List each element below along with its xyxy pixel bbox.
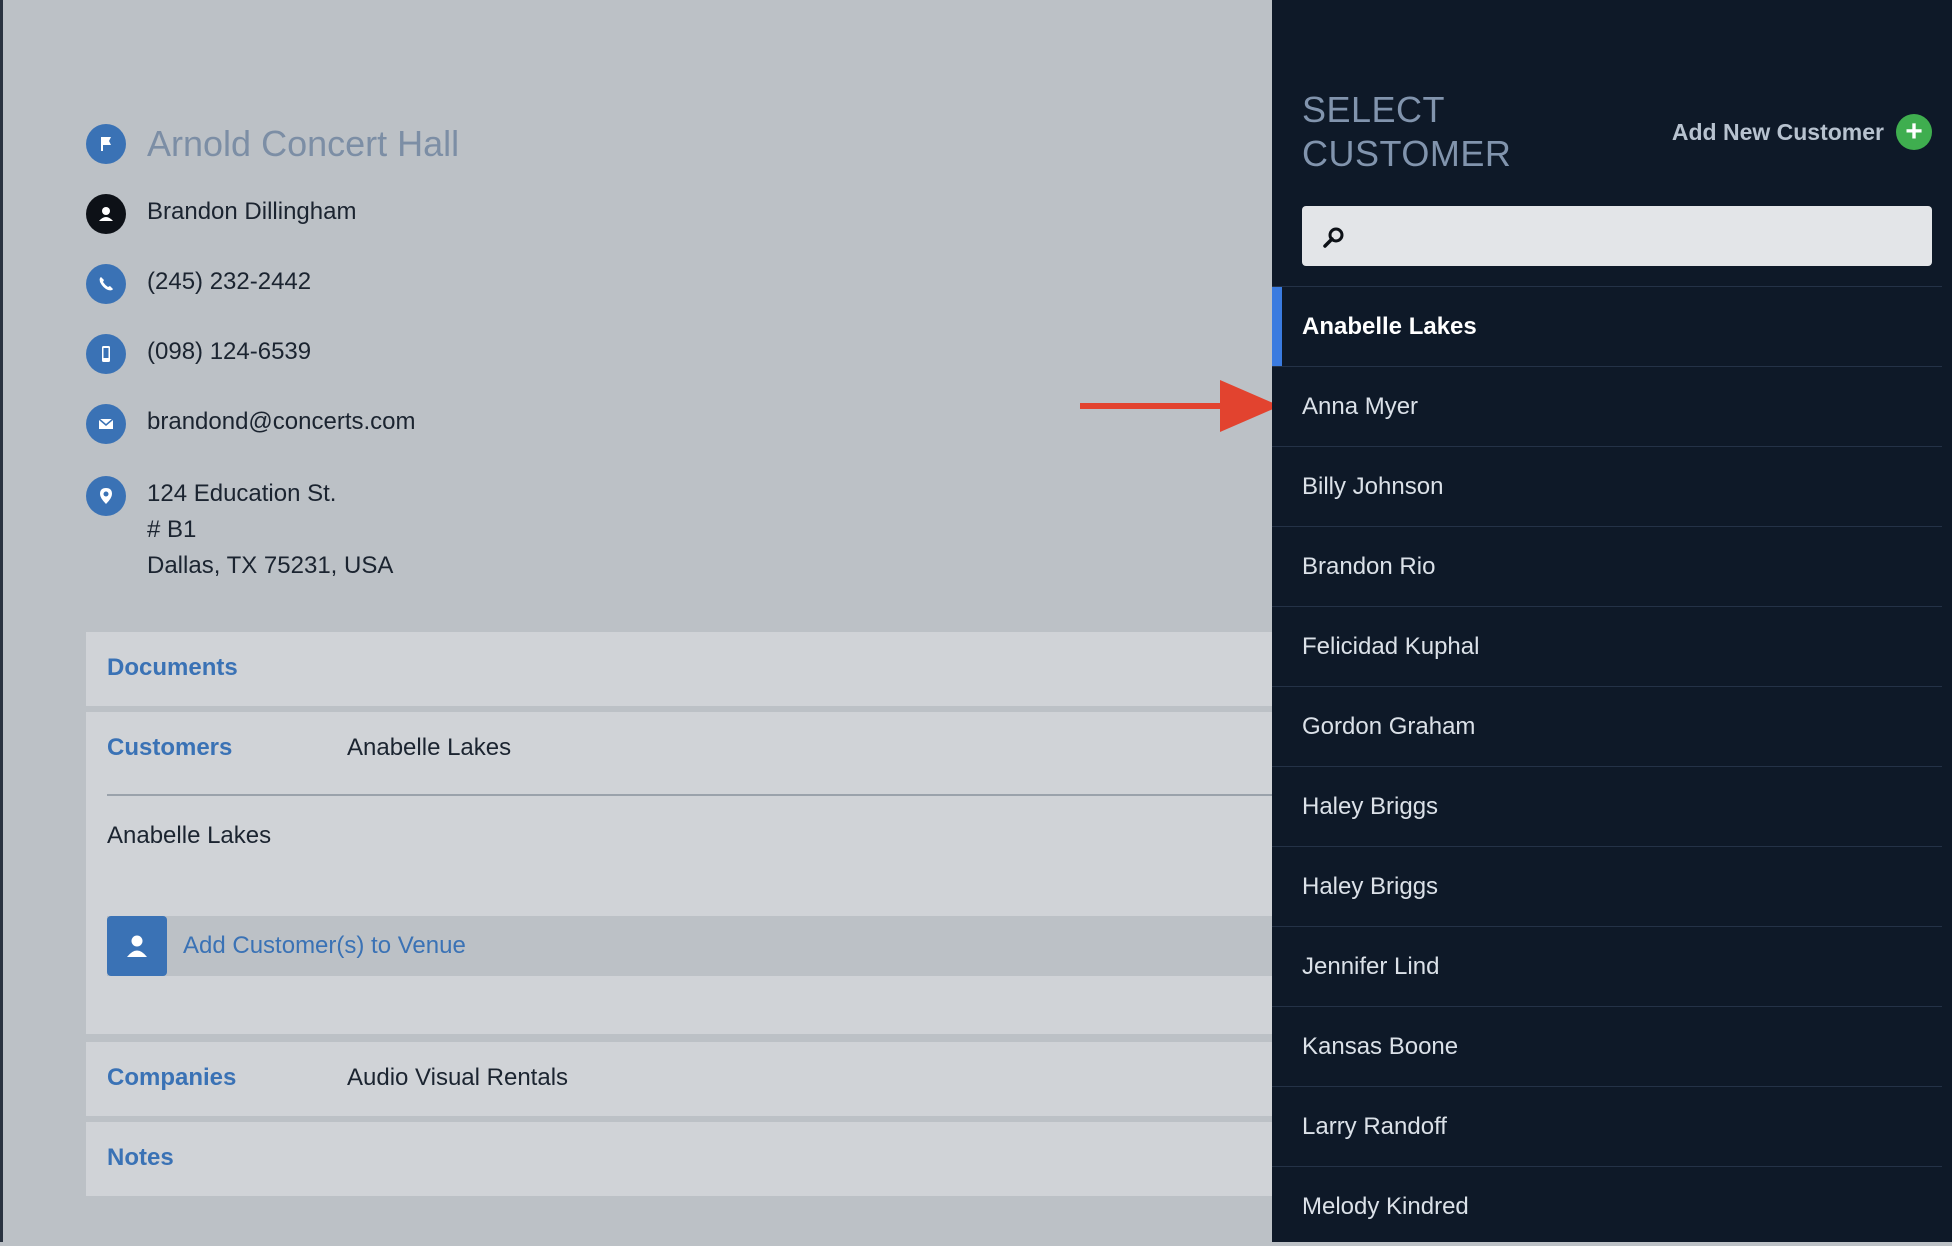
- add-new-customer-button[interactable]: Add New Customer +: [1672, 114, 1932, 150]
- address-line-2: # B1: [147, 516, 197, 543]
- customer-list-item[interactable]: Billy Johnson: [1272, 446, 1942, 526]
- add-customer-to-venue-label: Add Customer(s) to Venue: [183, 932, 466, 959]
- customer-list-item[interactable]: Anabelle Lakes: [107, 822, 271, 850]
- venue-name: Arnold Concert Hall: [147, 123, 460, 164]
- contact-name: Brandon Dillingham: [147, 198, 357, 225]
- address-block: 124 Education St. # B1 Dallas, TX 75231,…: [147, 476, 393, 584]
- mobile-number[interactable]: (098) 124-6539: [147, 334, 311, 370]
- plus-icon: +: [1896, 114, 1932, 150]
- annotation-arrow-icon: [1080, 380, 1280, 432]
- customer-search-input[interactable]: [1360, 212, 1924, 262]
- window-left-edge: [0, 0, 3, 1242]
- customer-list-item[interactable]: Haley Briggs: [1272, 846, 1942, 926]
- notes-section[interactable]: Notes: [86, 1122, 1272, 1196]
- venue-title-row: Arnold Concert Hall: [86, 124, 459, 164]
- customer-list-item[interactable]: Larry Randoff: [1272, 1086, 1942, 1166]
- customer-list-item[interactable]: Brandon Rio: [1272, 526, 1942, 606]
- phone-row: (245) 232-2442: [86, 264, 311, 304]
- email-address[interactable]: brandond@concerts.com: [147, 404, 416, 440]
- add-person-icon: [107, 916, 167, 976]
- phone-number[interactable]: (245) 232-2442: [147, 264, 311, 300]
- add-customer-to-venue-button[interactable]: Add Customer(s) to Venue: [107, 916, 1272, 976]
- address-line-1: 124 Education St.: [147, 480, 337, 507]
- contact-row: Brandon Dillingham: [86, 194, 356, 234]
- mobile-phone-icon: [86, 334, 126, 374]
- customer-list-item[interactable]: Felicidad Kuphal: [1272, 606, 1942, 686]
- customers-summary: Anabelle Lakes: [347, 734, 512, 761]
- customer-list-item[interactable]: Jennifer Lind: [1272, 926, 1942, 1006]
- customer-list-item[interactable]: Gordon Graham: [1272, 686, 1942, 766]
- map-pin-icon: [86, 476, 126, 516]
- search-icon: [1323, 227, 1344, 248]
- customer-list-item-selected[interactable]: Anabelle Lakes: [1272, 286, 1942, 367]
- select-customer-panel: SELECT CUSTOMER Add New Customer + Anabe…: [1272, 0, 1952, 1242]
- companies-label[interactable]: Companies: [107, 1064, 236, 1092]
- add-new-customer-label: Add New Customer: [1671, 118, 1884, 145]
- mobile-row: (098) 124-6539: [86, 334, 311, 374]
- customer-list-item[interactable]: Melody Kindred: [1272, 1166, 1942, 1246]
- customers-section: Customers Anabelle Lakes Anabelle Lakes …: [86, 712, 1272, 1034]
- customer-list-item[interactable]: Haley Briggs: [1272, 766, 1942, 846]
- panel-title: SELECT CUSTOMER: [1302, 89, 1512, 174]
- documents-section[interactable]: Documents: [86, 632, 1272, 706]
- documents-label[interactable]: Documents: [107, 654, 238, 682]
- address-line-3: Dallas, TX 75231, USA: [147, 552, 394, 579]
- flag-icon: [86, 124, 126, 164]
- notes-label[interactable]: Notes: [107, 1144, 174, 1172]
- customer-list: Anabelle Lakes Anna Myer Billy Johnson B…: [1272, 286, 1942, 1246]
- phone-icon: [86, 264, 126, 304]
- customers-divider: [107, 794, 1272, 796]
- envelope-icon: [86, 404, 126, 444]
- customers-label[interactable]: Customers: [107, 734, 232, 762]
- customer-list-item[interactable]: Kansas Boone: [1272, 1006, 1942, 1086]
- address-row: 124 Education St. # B1 Dallas, TX 75231,…: [86, 476, 393, 584]
- companies-value: Audio Visual Rentals: [347, 1064, 569, 1091]
- customer-list-item[interactable]: Anna Myer: [1272, 366, 1942, 446]
- person-icon: [86, 194, 126, 234]
- companies-section[interactable]: Companies Audio Visual Rentals: [86, 1042, 1272, 1116]
- email-row: brandond@concerts.com: [86, 404, 416, 444]
